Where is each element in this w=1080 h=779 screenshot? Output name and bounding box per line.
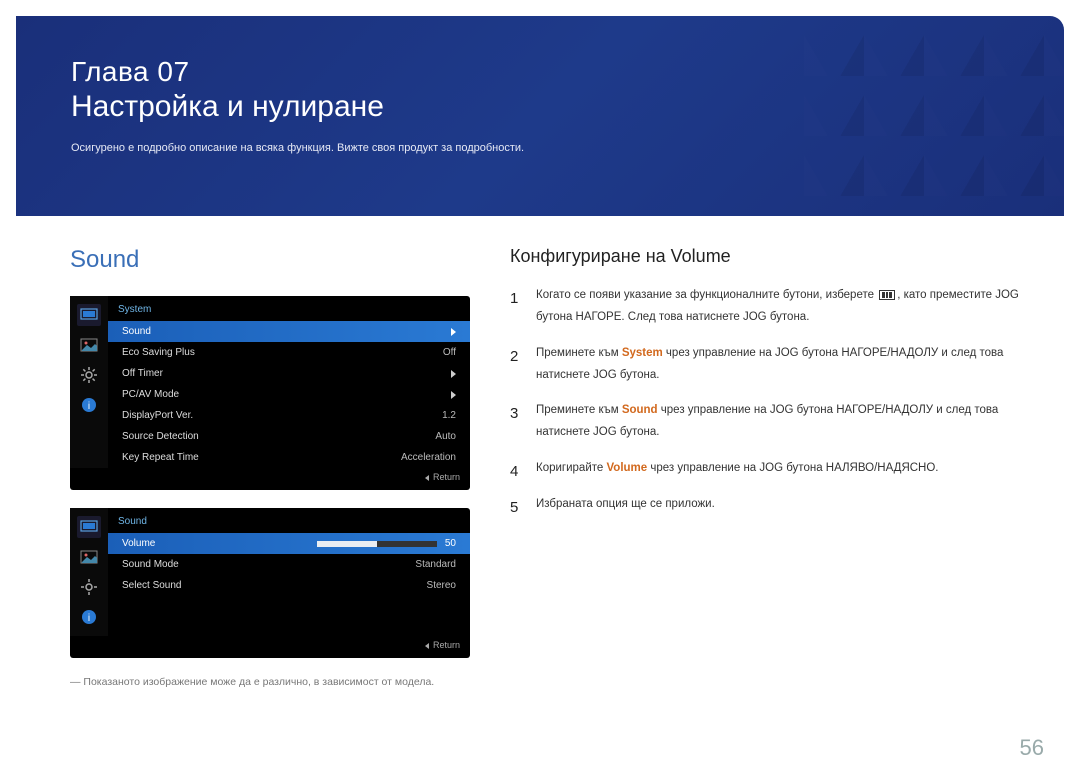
monitor-icon (77, 304, 101, 326)
step-4: Коригирайте Volume чрез управление на JO… (510, 458, 1025, 480)
osd-row-label: Off Timer (122, 368, 163, 379)
picture-icon (77, 334, 101, 356)
chevron-right-icon (451, 391, 456, 399)
chapter-header: Глава 07 Настройка и нулиране Осигурено … (16, 16, 1064, 216)
chevron-left-icon (425, 643, 429, 649)
monitor-icon (77, 516, 101, 538)
osd-row[interactable]: Off Timer (108, 363, 470, 384)
gear-icon (77, 364, 101, 386)
osd-row[interactable]: Sound Mode Standard (108, 554, 470, 575)
osd-row-label: DisplayPort Ver. (122, 410, 193, 421)
osd-sidebar: i (70, 508, 108, 636)
gear-icon (77, 576, 101, 598)
osd-return[interactable]: Return (70, 636, 470, 654)
osd-row-label: Sound Mode (122, 559, 179, 570)
osd-sidebar: i (70, 296, 108, 468)
step-1: Когато се появи указание за функционални… (510, 285, 1025, 329)
volume-slider[interactable] (317, 541, 437, 547)
osd-row-value: 1.2 (442, 410, 456, 421)
osd-row-label: Key Repeat Time (122, 452, 199, 463)
osd-return[interactable]: Return (70, 468, 470, 486)
osd-title: System (108, 296, 470, 321)
osd-row-value: Acceleration (401, 452, 456, 463)
osd-row-label: Volume (122, 538, 155, 549)
info-icon: i (77, 394, 101, 416)
osd-row-label: Source Detection (122, 431, 199, 442)
osd-row-label: PC/AV Mode (122, 389, 179, 400)
osd-row[interactable]: Select Sound Stereo (108, 575, 470, 596)
info-icon: i (77, 606, 101, 628)
osd-row-value: Off (443, 347, 456, 358)
step-5: Избраната опция ще се приложи. (510, 494, 1025, 516)
chevron-right-icon (451, 370, 456, 378)
osd-system-panel: i System Sound Eco Saving Plus Off Off T… (70, 296, 470, 490)
steps-list: Когато се появи указание за функционални… (510, 285, 1025, 516)
osd-row-value: Stereo (427, 580, 456, 591)
svg-text:i: i (88, 613, 90, 624)
chapter-subtitle: Осигурено е подробно описание на всяка ф… (71, 142, 1009, 154)
chapter-line: Глава 07 (71, 56, 1009, 88)
osd-sound-panel: i Sound Volume 50 Sound Mode Standard (70, 508, 470, 658)
configure-volume-heading: Конфигуриране на Volume (510, 246, 1025, 267)
svg-text:i: i (88, 401, 90, 412)
chapter-prefix: Глава (71, 56, 149, 87)
chapter-title: Настройка и нулиране (71, 90, 1009, 124)
chevron-right-icon (451, 328, 456, 336)
section-heading-sound: Sound (70, 246, 470, 274)
osd-row-label: Sound (122, 326, 151, 337)
osd-title: Sound (108, 508, 470, 533)
osd-row-label: Eco Saving Plus (122, 347, 195, 358)
volume-value: 50 (445, 538, 456, 549)
page-number: 56 (1020, 735, 1044, 761)
osd-row[interactable]: Eco Saving Plus Off (108, 342, 470, 363)
menu-icon (879, 290, 895, 300)
osd-row-value: Standard (415, 559, 456, 570)
model-footnote: Показаното изображение може да е различн… (70, 676, 470, 688)
osd-row-volume[interactable]: Volume 50 (108, 533, 470, 554)
osd-row[interactable]: DisplayPort Ver. 1.2 (108, 405, 470, 426)
osd-row[interactable]: Sound (108, 321, 470, 342)
chapter-number: 07 (157, 56, 189, 87)
osd-row[interactable]: Source Detection Auto (108, 426, 470, 447)
step-2: Преминете към System чрез управление на … (510, 343, 1025, 387)
picture-icon (77, 546, 101, 568)
osd-row-label: Select Sound (122, 580, 182, 591)
chevron-left-icon (425, 475, 429, 481)
step-3: Преминете към Sound чрез управление на J… (510, 400, 1025, 444)
osd-row-value: Auto (435, 431, 456, 442)
osd-row[interactable]: Key Repeat Time Acceleration (108, 447, 470, 468)
osd-row[interactable]: PC/AV Mode (108, 384, 470, 405)
